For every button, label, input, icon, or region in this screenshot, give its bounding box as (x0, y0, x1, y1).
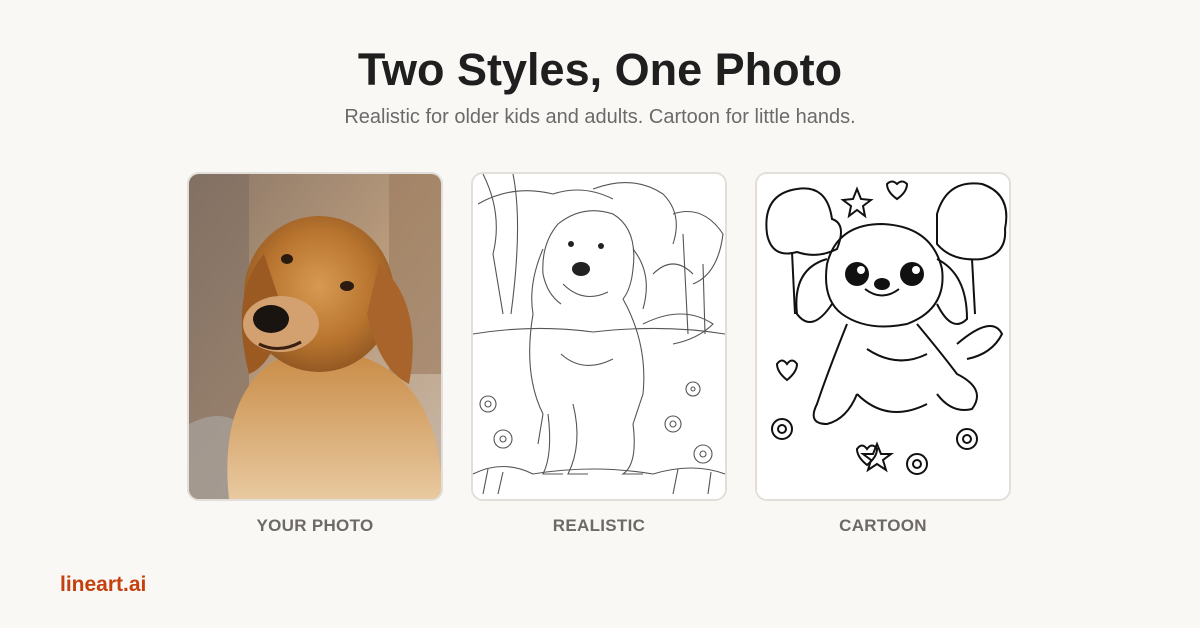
realistic-line-art (473, 174, 725, 499)
caption-realistic: REALISTIC (552, 516, 646, 535)
photo-card (187, 172, 443, 501)
caption-your-photo: YOUR PHOTO (256, 516, 374, 535)
page-subtitle: Realistic for older kids and adults. Car… (344, 106, 856, 128)
golden-retriever-photo (189, 174, 441, 499)
cartoon-card (755, 172, 1011, 501)
page-title: Two Styles, One Photo (357, 44, 843, 95)
brand-logo[interactable]: lineart.ai (60, 573, 146, 597)
caption-cartoon: CARTOON (839, 516, 927, 535)
realistic-card (471, 172, 727, 501)
cartoon-line-art (757, 174, 1009, 499)
